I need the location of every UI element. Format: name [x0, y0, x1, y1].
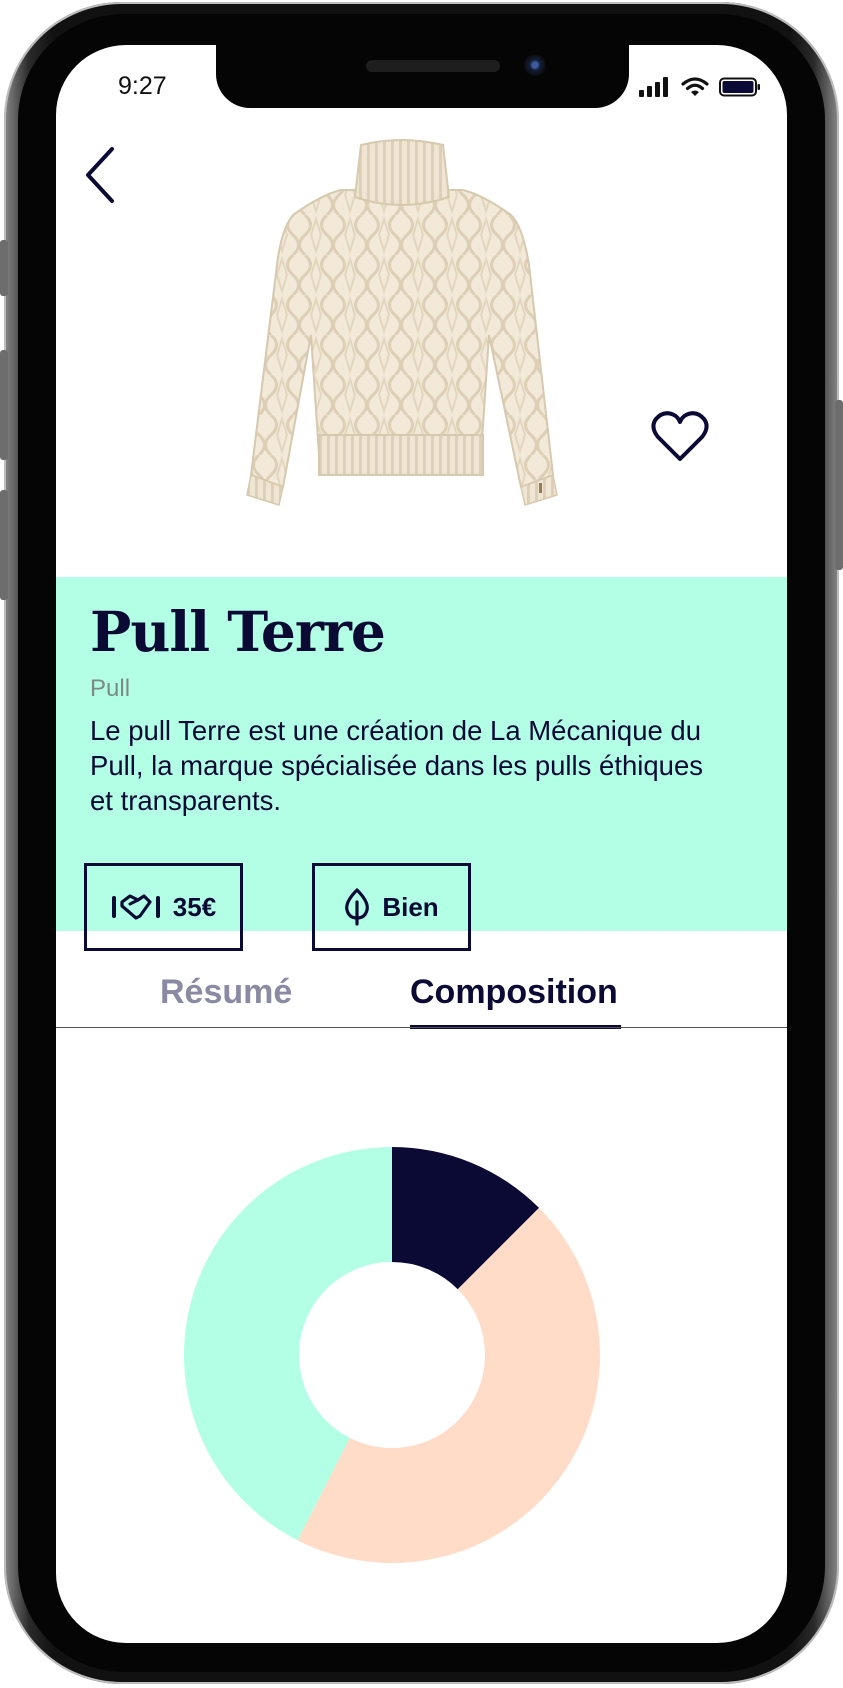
- notch: [216, 45, 629, 108]
- product-category: Pull: [90, 675, 131, 702]
- eco-rating-badge[interactable]: Bien: [312, 863, 471, 951]
- power-button: [835, 400, 843, 570]
- volume-up-button: [0, 350, 8, 460]
- leaf-icon: [345, 888, 370, 926]
- volume-down-button: [0, 490, 8, 600]
- front-camera: [524, 54, 546, 76]
- app-screen: 9:27 Pull Terre Pull Le pull Terre est u…: [56, 45, 787, 1643]
- tab-composition[interactable]: Composition: [410, 973, 618, 1012]
- handshake-icon: [111, 894, 160, 920]
- eco-rating-label: Bien: [382, 891, 439, 922]
- back-chevron-icon[interactable]: [82, 145, 122, 205]
- heart-icon[interactable]: [650, 409, 710, 465]
- product-description: Le pull Terre est une création de La Méc…: [90, 715, 703, 816]
- tab-resume[interactable]: Résumé: [160, 973, 292, 1012]
- tab-divider: [56, 1027, 787, 1028]
- tab-bar: Résumé Composition: [56, 973, 787, 1033]
- status-time: 9:27: [118, 72, 167, 100]
- product-image: [246, 139, 558, 506]
- price-badge[interactable]: 35€: [84, 863, 243, 951]
- wifi-icon: [681, 77, 709, 96]
- product-title: Pull Terre: [90, 599, 386, 664]
- signal-icon: [639, 77, 668, 97]
- composition-donut-chart: [183, 1147, 600, 1563]
- battery-icon: [719, 77, 760, 97]
- speaker-grille: [366, 60, 500, 72]
- status-icons: [639, 77, 761, 97]
- mute-switch: [0, 240, 8, 296]
- price-label: 35€: [172, 891, 217, 922]
